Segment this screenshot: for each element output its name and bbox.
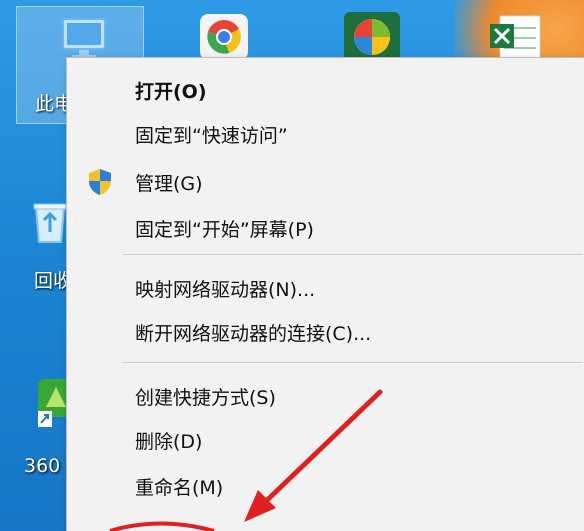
- menu-item-manage[interactable]: 管理(G): [67, 160, 584, 204]
- menu-item-pin-start-label: 固定到“开始”屏幕(P): [135, 218, 314, 241]
- chrome-app-icon[interactable]: [196, 12, 252, 62]
- this-pc-icon: [62, 18, 106, 58]
- menu-separator: [123, 254, 583, 255]
- menu-item-open-label: 打开(O): [135, 80, 207, 103]
- menu-separator: [123, 362, 583, 363]
- menu-item-open[interactable]: 打开(O): [67, 68, 584, 112]
- menu-item-create-shortcut[interactable]: 创建快捷方式(S): [67, 374, 584, 418]
- menu-item-manage-label: 管理(G): [135, 172, 203, 195]
- menu-item-pin-quick-access-label: 固定到“快速访问”: [135, 124, 288, 147]
- microsoft-store-icon[interactable]: [340, 10, 404, 64]
- recycle-bin-icon: [33, 203, 67, 243]
- app-360-label: 360: [24, 455, 61, 477]
- menu-item-disconnect-network-drive-label: 断开网络驱动器的连接(C)...: [135, 322, 372, 345]
- recycle-bin-shortcut[interactable]: 回收: [22, 190, 72, 300]
- context-menu: 打开(O) 固定到“快速访问” 管理(G) 固定到“开始”屏幕(P) 映射网络驱…: [66, 57, 584, 531]
- menu-item-rename-label: 重命名(M): [135, 476, 224, 499]
- menu-item-delete-label: 删除(D): [135, 430, 203, 453]
- menu-item-pin-quick-access[interactable]: 固定到“快速访问”: [67, 112, 584, 156]
- menu-item-disconnect-network-drive[interactable]: 断开网络驱动器的连接(C)...: [67, 310, 584, 354]
- menu-item-map-network-drive[interactable]: 映射网络驱动器(N)...: [67, 266, 584, 310]
- menu-item-pin-start[interactable]: 固定到“开始”屏幕(P): [67, 206, 584, 250]
- uac-shield-icon: [89, 169, 111, 195]
- app-360-shortcut[interactable]: 360: [22, 375, 76, 485]
- menu-item-map-network-drive-label: 映射网络驱动器(N)...: [135, 278, 316, 301]
- menu-item-rename[interactable]: 重命名(M): [67, 464, 584, 508]
- menu-item-create-shortcut-label: 创建快捷方式(S): [135, 386, 276, 409]
- menu-item-delete[interactable]: 删除(D): [67, 418, 584, 462]
